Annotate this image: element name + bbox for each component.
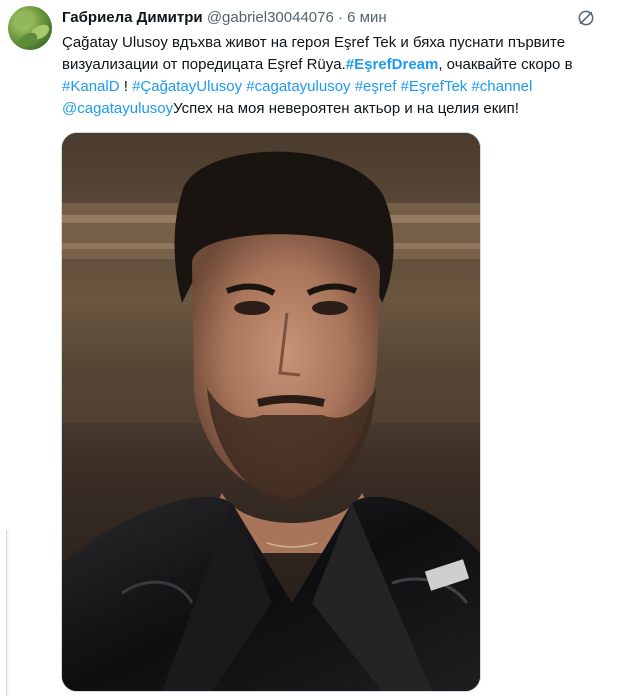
header-separator: · [337,9,343,26]
hashtag-link[interactable]: #cagatayulusoy [246,78,350,95]
author-avatar[interactable] [8,6,52,50]
hashtag-link[interactable]: #EşrefTek [401,78,468,95]
text-segment: Успех на моя невероятен актьор и на цели… [173,100,519,117]
hashtag-link[interactable]: #ÇağatayUlusoy [132,78,242,95]
hashtag-link[interactable]: #EşrefDream [346,56,439,73]
tweet-text: Çağatay Ulusoy вдъхва живот на героя Eşr… [62,32,612,120]
tweet-header: Габриела Димитри @gabriel30044076 · 6 ми… [62,8,584,28]
author-name[interactable]: Габриела Димитри [62,9,203,26]
hashtag-link[interactable]: #eşref [355,78,397,95]
author-handle[interactable]: @gabriel30044076 [207,9,334,26]
hashtag-link[interactable]: #KanalD [62,78,120,95]
grok-icon[interactable] [576,8,596,28]
text-segment: , очаквайте скоро в [438,56,573,73]
post-time[interactable]: 6 мин [347,9,387,26]
tweet: Габриела Димитри @gabriel30044076 · 6 ми… [0,0,624,696]
portrait-image [62,133,480,691]
text-segment: ! [119,78,133,95]
avatar-leaf-shape [12,9,36,31]
post-photo[interactable] [61,132,481,692]
mention-link[interactable]: @cagatayulusoy [62,100,173,117]
hashtag-link[interactable]: #channel [471,78,532,95]
side-panel-edge [0,530,7,696]
